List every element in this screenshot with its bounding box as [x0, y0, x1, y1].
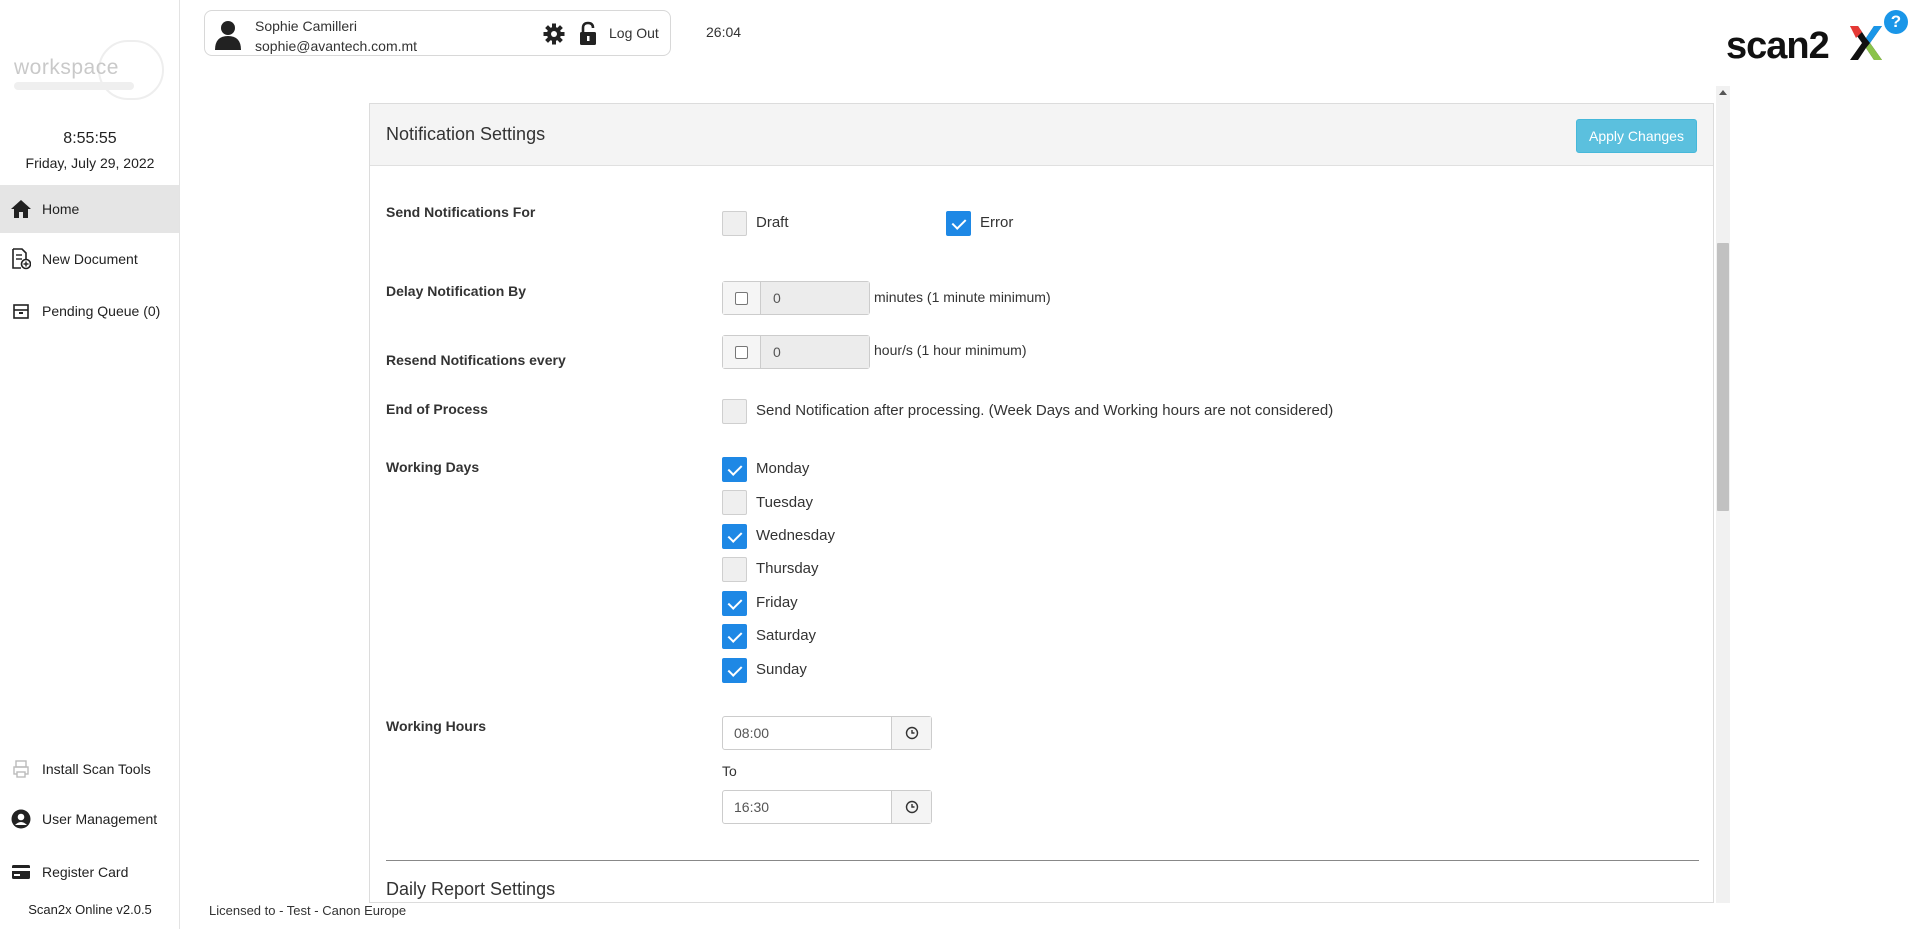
daily-report-settings-title: Daily Report Settings: [386, 879, 556, 899]
user-info-box: Sophie Camilleri sophie@avantech.com.mt …: [204, 10, 671, 56]
resend-unit-label: hour/s (1 hour minimum): [874, 342, 1027, 358]
clock-icon[interactable]: [891, 791, 931, 823]
help-icon[interactable]: ?: [1884, 10, 1908, 34]
day-checkbox-tuesday[interactable]: [722, 490, 747, 515]
to-time-value: 16:30: [734, 799, 770, 815]
resend-enable-checkbox[interactable]: [735, 345, 748, 359]
sidebar-item-user-management[interactable]: User Management: [0, 795, 179, 843]
day-checkbox-thursday[interactable]: [722, 557, 747, 582]
scroll-thumb[interactable]: [1717, 243, 1729, 511]
from-time-value: 08:00: [734, 725, 770, 741]
session-timer: 26:04: [706, 24, 742, 40]
license-text: Licensed to - Test - Canon Europe: [209, 903, 407, 918]
delay-enable-checkbox[interactable]: [735, 291, 748, 305]
delay-unit-label: minutes (1 minute minimum): [874, 289, 1051, 305]
user-circle-icon: [0, 809, 42, 829]
sidebar: workspace 8:55:55 Friday, July 29, 2022 …: [0, 0, 180, 929]
scan2x-logo: scan2: [1724, 18, 1894, 68]
gear-icon[interactable]: [543, 23, 565, 49]
new-document-icon: [0, 248, 42, 270]
day-label: Monday: [756, 460, 810, 477]
sidebar-item-label: User Management: [42, 811, 158, 827]
sidebar-clock-time: 8:55:55: [63, 130, 117, 147]
printer-icon: [0, 760, 42, 778]
svg-text:scan2: scan2: [1726, 25, 1829, 67]
home-icon: [0, 199, 42, 219]
user-name: Sophie Camilleri: [255, 18, 357, 34]
draft-label: Draft: [756, 214, 789, 231]
working-hours-to-input[interactable]: 16:30: [722, 790, 932, 824]
sidebar-item-install-scan-tools[interactable]: Install Scan Tools: [0, 745, 179, 793]
day-label: Friday: [756, 594, 798, 611]
day-label: Thursday: [756, 560, 819, 577]
resend-hours-input[interactable]: [761, 336, 869, 368]
sidebar-clock-date: Friday, July 29, 2022: [25, 155, 155, 171]
resend-notifications-label: Resend Notifications every: [386, 352, 566, 368]
logout-button[interactable]: Log Out: [609, 25, 659, 41]
error-label: Error: [980, 214, 1014, 231]
notification-settings-panel: Notification Settings Apply Changes Send…: [369, 103, 1714, 903]
day-label: Wednesday: [756, 527, 835, 544]
to-label: To: [722, 763, 737, 779]
sidebar-item-label: Install Scan Tools: [42, 761, 151, 777]
sidebar-item-label: New Document: [42, 251, 138, 267]
day-checkbox-monday[interactable]: [722, 457, 747, 482]
day-checkbox-saturday[interactable]: [722, 624, 747, 649]
day-label: Saturday: [756, 627, 817, 644]
draft-checkbox[interactable]: [722, 211, 747, 236]
sidebar-item-label: Home: [42, 201, 80, 217]
working-hours-label: Working Hours: [386, 718, 487, 734]
end-of-process-text: Send Notification after processing. (Wee…: [756, 402, 1334, 419]
page-title: Notification Settings: [386, 124, 546, 144]
delay-input-group: [722, 281, 870, 315]
send-notifications-for-label: Send Notifications For: [386, 204, 536, 220]
sidebar-item-label: Pending Queue (0): [42, 303, 161, 319]
user-email: sophie@avantech.com.mt: [255, 38, 418, 54]
error-checkbox[interactable]: [946, 211, 971, 236]
sidebar-item-new-document[interactable]: New Document: [0, 235, 179, 283]
app-version: Scan2x Online v2.0.5: [28, 902, 152, 917]
end-of-process-label: End of Process: [386, 401, 488, 417]
sidebar-item-home[interactable]: Home: [0, 185, 179, 233]
delay-minutes-input[interactable]: [761, 282, 869, 314]
apply-changes-button[interactable]: Apply Changes: [1576, 119, 1697, 153]
sidebar-item-label: Register Card: [42, 864, 129, 880]
day-checkbox-friday[interactable]: [722, 591, 747, 616]
workspace-logo: workspace: [14, 40, 164, 110]
day-checkbox-sunday[interactable]: [722, 658, 747, 683]
day-label: Tuesday: [756, 494, 813, 511]
main-scrollbar[interactable]: [1716, 86, 1730, 903]
clock-icon[interactable]: [891, 717, 931, 749]
working-hours-from-input[interactable]: 08:00: [722, 716, 932, 750]
section-divider: [386, 860, 1699, 861]
sidebar-item-pending-queue[interactable]: Pending Queue (0): [0, 287, 179, 335]
day-label: Sunday: [756, 661, 807, 678]
lock-icon[interactable]: [578, 21, 598, 51]
day-checkbox-wednesday[interactable]: [722, 524, 747, 549]
sidebar-item-register-card[interactable]: Register Card: [0, 848, 179, 896]
end-of-process-checkbox[interactable]: [722, 399, 747, 424]
panel-header: Notification Settings Apply Changes: [370, 104, 1713, 166]
delay-notification-label: Delay Notification By: [386, 283, 527, 299]
resend-input-group: [722, 335, 870, 369]
scroll-up-arrow-icon[interactable]: [1719, 90, 1727, 95]
inbox-icon: [0, 302, 42, 320]
card-icon: [0, 864, 42, 880]
working-days-label: Working Days: [386, 459, 480, 475]
user-avatar-icon: [211, 17, 245, 55]
